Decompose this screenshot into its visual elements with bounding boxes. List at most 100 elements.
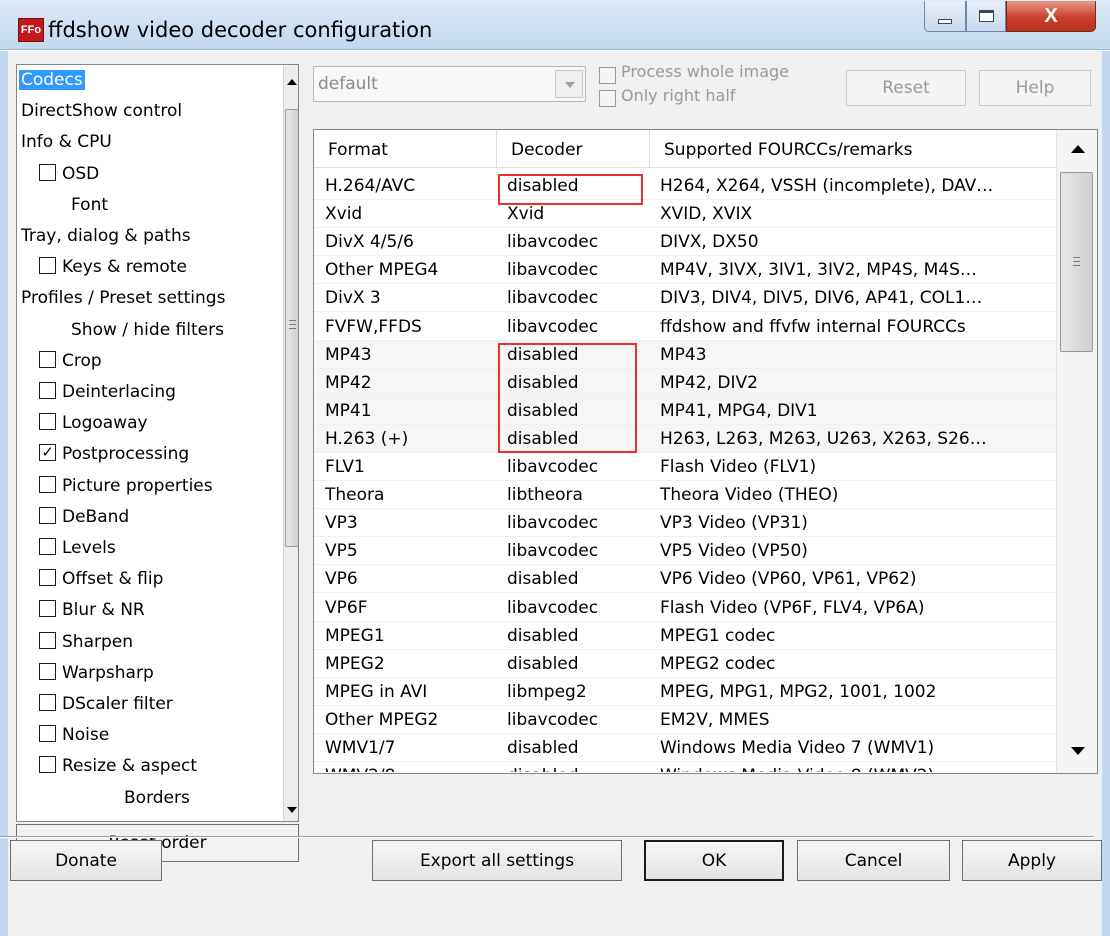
decoder-cell[interactable]: disabled <box>507 762 647 772</box>
table-row[interactable]: Other MPEG2 libavcodec EM2V, MMES <box>314 706 1056 734</box>
table-row[interactable]: Theora libtheora Theora Video (THEO) <box>314 481 1056 510</box>
checkbox[interactable] <box>39 538 56 555</box>
decoder-cell[interactable]: libmpeg2 <box>507 678 647 706</box>
process-whole-image-checkbox[interactable] <box>599 67 616 84</box>
decoder-cell[interactable]: libavcodec <box>507 706 647 734</box>
checkbox[interactable] <box>39 725 56 743</box>
tree-item[interactable]: ✓ Postprocessing <box>39 439 191 471</box>
checkbox[interactable] <box>39 569 56 587</box>
decoder-cell[interactable]: libavcodec <box>507 313 647 341</box>
table-row[interactable]: VP5 libavcodec VP5 Video (VP50) <box>314 537 1056 566</box>
tree-item[interactable]: Logoaway <box>39 408 150 440</box>
tree-item[interactable]: DScaler filter <box>39 689 175 721</box>
table-row[interactable]: H.264/AVC disabled H264, X264, VSSH (incom… <box>314 172 1056 200</box>
decoder-cell[interactable]: disabled <box>507 397 647 425</box>
tree-item[interactable]: Tray, dialog & paths <box>19 221 193 253</box>
tree-item[interactable]: Blur & NR <box>39 595 147 627</box>
table-row[interactable]: Other MPEG4 libavcodec MP4V, 3IVX, 3IV1, 3… <box>314 256 1056 285</box>
checkbox[interactable] <box>39 631 56 649</box>
checkbox[interactable] <box>39 506 56 524</box>
only-right-half-checkbox[interactable] <box>599 90 616 107</box>
tree-item[interactable]: DeBand <box>39 502 131 534</box>
cancel-button[interactable]: Cancel <box>797 840 950 881</box>
tree-item[interactable]: Noise <box>39 720 111 752</box>
checkbox[interactable] <box>39 662 56 680</box>
export-all-settings-button[interactable]: Export all settings <box>372 840 622 881</box>
table-scrollbar[interactable] <box>1056 130 1097 773</box>
tree-item[interactable]: Font <box>69 190 110 222</box>
table-row[interactable]: MPEG1 disabled MPEG1 codec <box>314 622 1056 650</box>
decoder-cell[interactable]: disabled <box>507 341 647 369</box>
tree-item[interactable]: Sharpen <box>39 627 135 659</box>
table-row[interactable]: DivX 4/5/6 libavcodec DIVX, DX50 <box>314 228 1056 257</box>
decoder-cell[interactable]: libavcodec <box>507 256 647 284</box>
settings-tree[interactable]: Codecs DirectShow control Info & CPU OSD Fon… <box>16 64 299 822</box>
tree-item[interactable]: OSD <box>39 159 101 191</box>
checkbox[interactable] <box>39 350 56 368</box>
table-row[interactable]: WMV1/7 disabled Windows Media Video 7 (WMV… <box>314 734 1056 762</box>
maximize-button[interactable] <box>966 1 1006 32</box>
column-header-decoder[interactable]: Decoder <box>497 130 650 168</box>
preset-combo[interactable]: default <box>313 66 586 102</box>
apply-button[interactable]: Apply <box>962 840 1102 881</box>
checkbox[interactable] <box>39 413 56 431</box>
tree-item[interactable]: Resize & aspect <box>39 751 199 783</box>
table-row[interactable]: VP6 disabled VP6 Video (VP60, VP61, VP62) <box>314 565 1056 594</box>
tree-item[interactable]: Codecs <box>19 65 85 97</box>
minimize-button[interactable] <box>924 1 966 32</box>
decoder-cell[interactable]: disabled <box>507 734 647 762</box>
decoder-cell[interactable]: libavcodec <box>507 594 647 622</box>
tree-item[interactable]: DirectShow control <box>19 96 184 128</box>
table-row[interactable]: WMV2/8 disabled Windows Media Video 8 (WMV… <box>314 762 1056 772</box>
scroll-up-icon[interactable] <box>1071 145 1085 153</box>
checkbox[interactable] <box>39 600 56 618</box>
tree-item[interactable]: Picture properties <box>39 471 215 503</box>
table-row[interactable]: VP3 libavcodec VP3 Video (VP31) <box>314 509 1056 538</box>
scroll-down-icon[interactable] <box>287 807 297 813</box>
decoder-cell[interactable]: libavcodec <box>507 228 647 256</box>
decoder-cell[interactable]: disabled <box>507 425 647 453</box>
table-row[interactable]: H.263 (+) disabled H263, L263, M263, U263,… <box>314 424 1056 453</box>
scroll-up-icon[interactable] <box>287 79 297 85</box>
checkbox[interactable] <box>39 756 56 774</box>
table-row[interactable]: MPEG2 disabled MPEG2 codec <box>314 650 1056 678</box>
donate-button[interactable]: Donate <box>10 840 162 881</box>
decoder-cell[interactable]: libtheora <box>507 481 647 509</box>
decoder-cell[interactable]: libavcodec <box>507 453 647 481</box>
table-row[interactable]: DivX 3 libavcodec DIV3, DIV4, DIV5, DIV6, … <box>314 284 1056 313</box>
chevron-down-icon[interactable] <box>555 70 583 98</box>
table-row[interactable]: FLV1 libavcodec Flash Video (FLV1) <box>314 453 1056 481</box>
table-row[interactable]: MP41 disabled MP41, MPG4, DIV1 <box>314 396 1056 425</box>
table-row[interactable]: Xvid Xvid XVID, XVIX <box>314 200 1056 229</box>
table-row[interactable]: MP43 disabled MP43 <box>314 340 1056 369</box>
checkbox[interactable] <box>39 382 56 399</box>
decoder-cell[interactable]: disabled <box>507 622 647 650</box>
tree-item[interactable]: Info & CPU <box>19 127 114 159</box>
tree-item[interactable]: Deinterlacing <box>39 377 178 409</box>
close-button[interactable]: X <box>1006 1 1096 32</box>
codec-table[interactable]: Format Decoder Supported FOURCCs/remarks… <box>313 129 1098 774</box>
table-scroll-thumb[interactable] <box>1060 172 1093 352</box>
decoder-cell[interactable]: Xvid <box>507 200 647 228</box>
table-row[interactable]: MPEG in AVI libmpeg2 MPEG, MPG1, MPG2, 100… <box>314 678 1056 706</box>
tree-scrollbar[interactable] <box>283 65 298 821</box>
tree-item[interactable]: Crop <box>39 346 104 378</box>
tree-item[interactable]: Warpsharp <box>39 658 156 690</box>
checkbox[interactable] <box>39 163 56 181</box>
checkbox[interactable] <box>39 257 56 275</box>
checkbox[interactable] <box>39 694 56 711</box>
tree-scroll-thumb[interactable] <box>285 109 298 547</box>
table-row[interactable]: MP42 disabled MP42, DIV2 <box>314 368 1056 397</box>
decoder-cell[interactable]: disabled <box>507 172 647 200</box>
tree-item[interactable]: Offset & flip <box>39 564 165 596</box>
table-row[interactable]: VP6F libavcodec Flash Video (VP6F, FLV4, V… <box>314 594 1056 622</box>
column-header-format[interactable]: Format <box>314 130 497 168</box>
tree-item[interactable]: Show / hide filters <box>69 315 226 347</box>
decoder-cell[interactable]: disabled <box>507 565 647 593</box>
tree-item[interactable]: Borders <box>122 783 192 815</box>
decoder-cell[interactable]: disabled <box>507 650 647 678</box>
tree-item[interactable]: Profiles / Preset settings <box>19 283 227 315</box>
column-header-fourccs[interactable]: Supported FOURCCs/remarks <box>650 130 1056 168</box>
tree-item[interactable]: Levels <box>39 533 118 565</box>
ok-button[interactable]: OK <box>644 840 784 881</box>
